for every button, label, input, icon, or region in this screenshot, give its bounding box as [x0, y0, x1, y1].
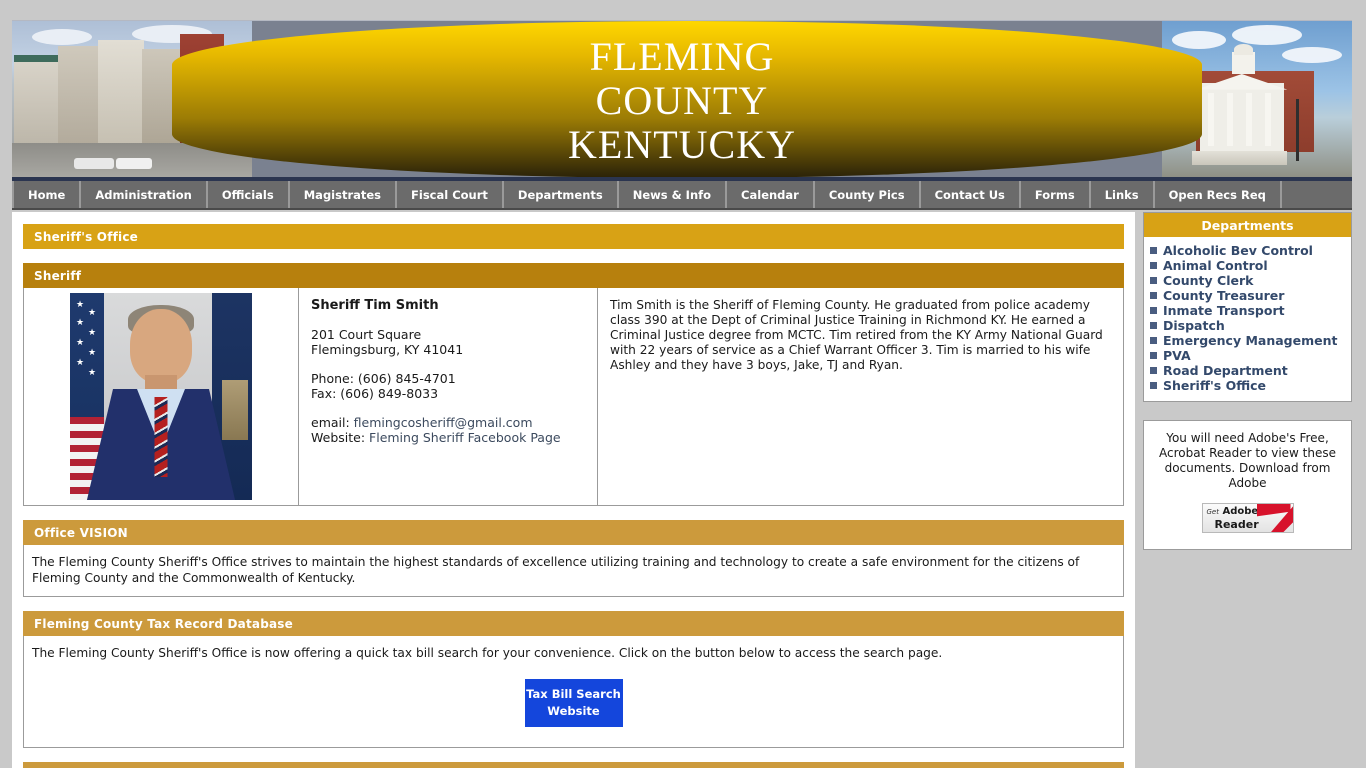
tax-button-line1: Tax Bill Search	[526, 687, 621, 701]
sheriff-email-row: email: flemingcosheriff@gmail.com	[311, 415, 585, 430]
nav-item-open-recs-req[interactable]: Open Recs Req	[1155, 181, 1282, 208]
sheriff-bio-cell: Tim Smith is the Sheriff of Fleming Coun…	[610, 298, 1103, 372]
banner-title-line2: COUNTY	[595, 78, 769, 123]
bullet-icon	[1150, 292, 1157, 299]
department-item-label: Animal Control	[1163, 258, 1268, 273]
banner-title-line1: FLEMING	[589, 34, 775, 79]
department-item-alcoholic-bev-control[interactable]: Alcoholic Bev Control	[1150, 243, 1345, 258]
sheriff-website-link[interactable]: Fleming Sheriff Facebook Page	[369, 430, 561, 445]
department-item-emergency-management[interactable]: Emergency Management	[1150, 333, 1345, 348]
sheriff-website-row: Website: Fleming Sheriff Facebook Page	[311, 430, 585, 445]
sheriff-fax: Fax: (606) 849-8033	[311, 386, 439, 401]
sheriff-section-header: Sheriff	[23, 263, 1124, 288]
vision-section-header: Office VISION	[23, 520, 1124, 545]
nav-item-magistrates[interactable]: Magistrates	[290, 181, 398, 208]
tax-button-line2: Website	[547, 704, 600, 718]
sheriff-name: Sheriff Tim Smith	[311, 298, 439, 313]
department-item-label: PVA	[1163, 348, 1191, 363]
department-item-label: County Clerk	[1163, 273, 1254, 288]
department-item-label: Dispatch	[1163, 318, 1225, 333]
tax-section-body: The Fleming County Sheriff's Office is n…	[32, 646, 943, 660]
department-item-county-treasurer[interactable]: County Treasurer	[1150, 288, 1345, 303]
nav-item-fiscal-court[interactable]: Fiscal Court	[397, 181, 504, 208]
banner-title: FLEMING COUNTY KENTUCKY	[12, 35, 1352, 167]
departments-box: Departments Alcoholic Bev Control Animal …	[1143, 212, 1352, 402]
sheriff-email-link[interactable]: flemingcosheriff@gmail.com	[354, 415, 533, 430]
nav-item-home[interactable]: Home	[12, 181, 82, 208]
nav-list: Home Administration Officials Magistrates Fi…	[12, 181, 1352, 208]
email-label: email:	[311, 415, 350, 430]
department-item-county-clerk[interactable]: County Clerk	[1150, 273, 1345, 288]
department-item-label: Inmate Transport	[1163, 303, 1285, 318]
sheriff-photo-cell: ★ ★ ★ ★ ★ ★ ★ ★	[24, 288, 299, 505]
sheriff-portrait-photo: ★ ★ ★ ★ ★ ★ ★ ★	[70, 293, 252, 500]
bullet-icon	[1150, 367, 1157, 374]
bullet-icon	[1150, 262, 1157, 269]
departments-list: Alcoholic Bev Control Animal Control Count…	[1144, 237, 1351, 401]
nav-item-administration[interactable]: Administration	[81, 181, 208, 208]
department-item-animal-control[interactable]: Animal Control	[1150, 258, 1345, 273]
department-item-label: Emergency Management	[1163, 333, 1338, 348]
sheriff-address-line2: Flemingsburg, KY 41041	[311, 342, 464, 357]
department-item-inmate-transport[interactable]: Inmate Transport	[1150, 303, 1345, 318]
sheriff-contact-cell: Sheriff Tim Smith 201 Court Square Flemi…	[299, 288, 598, 505]
get-adobe-reader-badge[interactable]: Get Adobe Reader	[1201, 503, 1294, 533]
department-item-label: County Treasurer	[1163, 288, 1285, 303]
mission-section-header: Office MISSION	[23, 762, 1124, 768]
vision-section-body: The Fleming County Sheriff's Office stri…	[23, 545, 1124, 597]
tax-section-header: Fleming County Tax Record Database	[23, 611, 1124, 636]
nav-item-departments[interactable]: Departments	[504, 181, 619, 208]
main-content: Sheriff's Office Sheriff ★ ★ ★ ★ ★ ★ ★ ★	[12, 212, 1135, 768]
bullet-icon	[1150, 247, 1157, 254]
bullet-icon	[1150, 322, 1157, 329]
department-item-label: Sheriff's Office	[1163, 378, 1267, 393]
sheriff-address-line1: 201 Court Square	[311, 327, 422, 342]
website-label: Website:	[311, 430, 366, 445]
bullet-icon	[1150, 277, 1157, 284]
department-item-label: Road Department	[1163, 363, 1288, 378]
adobe-badge-get: Get	[1206, 508, 1219, 516]
right-sidebar: Departments Alcoholic Bev Control Animal …	[1143, 212, 1352, 768]
department-item-sheriff-s-office[interactable]: Sheriff's Office	[1150, 378, 1345, 393]
adobe-reader-text: You will need Adobe's Free, Acrobat Read…	[1158, 431, 1337, 490]
adobe-badge-reader: Reader	[1214, 518, 1259, 531]
departments-header: Departments	[1144, 213, 1351, 237]
department-item-dispatch[interactable]: Dispatch	[1150, 318, 1345, 333]
nav-item-county-pics[interactable]: County Pics	[815, 181, 921, 208]
tax-section-panel: The Fleming County Sheriff's Office is n…	[23, 636, 1124, 748]
nav-item-contact-us[interactable]: Contact Us	[921, 181, 1021, 208]
banner-title-line3: KENTUCKY	[568, 122, 796, 167]
nav-item-links[interactable]: Links	[1091, 181, 1155, 208]
sheriff-info-table: ★ ★ ★ ★ ★ ★ ★ ★ Sheriff Tim Smith 201 Co…	[23, 288, 1124, 506]
bullet-icon	[1150, 382, 1157, 389]
nav-item-news-info[interactable]: News & Info	[619, 181, 728, 208]
bullet-icon	[1150, 352, 1157, 359]
bullet-icon	[1150, 307, 1157, 314]
nav-item-officials[interactable]: Officials	[208, 181, 290, 208]
site-banner: FLEMING COUNTY KENTUCKY	[12, 20, 1352, 177]
page-title: Sheriff's Office	[23, 224, 1124, 249]
nav-item-forms[interactable]: Forms	[1021, 181, 1091, 208]
department-item-road-department[interactable]: Road Department	[1150, 363, 1345, 378]
adobe-badge-adobe: Adobe	[1222, 506, 1259, 517]
page-root: FLEMING COUNTY KENTUCKY Home Administrati…	[0, 0, 1366, 768]
main-navigation: Home Administration Officials Magistrates Fi…	[12, 177, 1352, 210]
bullet-icon	[1150, 337, 1157, 344]
tax-bill-search-button[interactable]: Tax Bill Search Website	[524, 679, 623, 727]
department-item-pva[interactable]: PVA	[1150, 348, 1345, 363]
nav-item-calendar[interactable]: Calendar	[727, 181, 815, 208]
sheriff-phone: Phone: (606) 845-4701	[311, 371, 456, 386]
adobe-reader-box: You will need Adobe's Free, Acrobat Read…	[1143, 420, 1352, 550]
department-item-label: Alcoholic Bev Control	[1163, 243, 1313, 258]
